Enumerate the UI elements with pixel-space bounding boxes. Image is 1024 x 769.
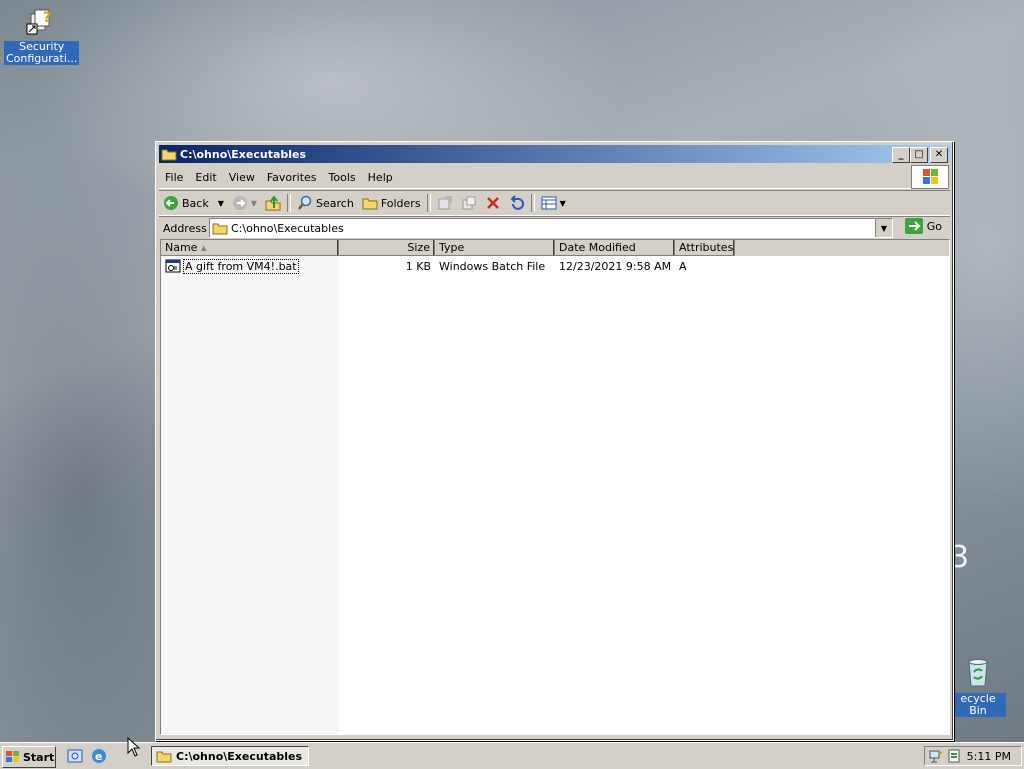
go-label: Go	[926, 219, 942, 233]
undo-button[interactable]	[505, 192, 529, 214]
menu-file[interactable]: File	[159, 171, 189, 184]
column-header-attributes[interactable]: Attributes	[675, 240, 735, 256]
close-button[interactable]: ✕	[930, 147, 948, 163]
chevron-down-icon: ▼	[559, 198, 566, 208]
views-button[interactable]: ▼	[537, 192, 570, 214]
sorted-column-highlight	[161, 256, 339, 734]
address-label: Address	[163, 221, 207, 235]
move-to-button[interactable]	[433, 192, 457, 214]
sort-ascending-icon: ▲	[201, 244, 207, 252]
menu-favorites[interactable]: Favorites	[261, 171, 323, 184]
standard-toolbar: Back ▼ ▼ Search Folders ▼	[159, 190, 950, 216]
column-headers: Name ▲ Size Type Date Modified Attribute…	[161, 240, 949, 256]
minimize-button[interactable]: _	[892, 147, 910, 163]
folder-icon	[212, 223, 228, 235]
toolbar-separator	[287, 194, 292, 212]
copy-to-icon	[462, 196, 476, 210]
file-date-modified: 12/23/2021 9:58 AM	[559, 259, 672, 273]
recycle-bin-icon	[968, 659, 988, 687]
window-titlebar[interactable]: C:\ohno\Executables _ □ ✕	[159, 145, 950, 163]
system-tray: 5:11 PM	[924, 746, 1022, 766]
delete-icon	[486, 197, 499, 209]
delete-button[interactable]	[481, 192, 505, 214]
file-name: A gift from VM4!.bat	[183, 258, 299, 274]
go-button[interactable]: Go	[904, 218, 942, 234]
file-size: 1 KB	[405, 259, 431, 273]
taskbar-item-explorer[interactable]: C:\ohno\Executables	[151, 746, 309, 766]
maximize-icon: □	[914, 149, 924, 160]
explorer-window: C:\ohno\Executables _ □ ✕ File Edit View…	[155, 141, 954, 741]
menu-tools[interactable]: Tools	[323, 171, 362, 184]
folders-label: Folders	[380, 196, 421, 210]
undo-icon	[510, 195, 524, 210]
internet-explorer-icon[interactable]: e	[90, 747, 108, 765]
svg-text:e: e	[95, 750, 102, 763]
window-title: C:\ohno\Executables	[180, 147, 307, 161]
forward-arrow-icon	[232, 196, 247, 210]
back-button[interactable]: Back ▼	[159, 192, 228, 214]
move-to-icon	[438, 196, 452, 210]
desktop-icon-security-configuration[interactable]: ? Security Configurati...	[4, 4, 80, 65]
minimize-icon: _	[898, 149, 904, 160]
maximize-button[interactable]: □	[910, 147, 928, 163]
windows-logo-icon	[6, 751, 19, 762]
chevron-down-icon[interactable]: ▼	[218, 199, 224, 208]
taskbar: Start e C:\ohno\Executables 5:11 PM	[0, 742, 1024, 769]
menu-view[interactable]: View	[223, 171, 261, 184]
close-icon: ✕	[934, 149, 944, 160]
quick-launch: e	[66, 747, 108, 765]
list-item[interactable]: A gift from VM4!.bat 1 KB Windows Batch …	[161, 258, 735, 274]
file-type: Windows Batch File	[439, 259, 546, 273]
clock[interactable]: 5:11 PM	[967, 750, 1011, 763]
toolbar-separator	[426, 194, 431, 212]
views-icon	[541, 196, 557, 210]
address-dropdown-button[interactable]: ▼	[875, 219, 892, 237]
desktop-icon-label: ecycle Bin	[950, 693, 1006, 717]
toolbar-separator	[530, 194, 535, 212]
column-header-type[interactable]: Type	[435, 240, 555, 256]
windows-logo-icon	[911, 165, 949, 189]
file-name-cell: A gift from VM4!.bat	[161, 258, 339, 274]
batch-file-icon	[165, 259, 181, 273]
back-label: Back	[182, 196, 209, 210]
taskbar-item-label: C:\ohno\Executables	[176, 749, 303, 763]
show-desktop-icon[interactable]	[66, 747, 84, 765]
address-bar: Address C:\ohno\Executables ▼ Go	[159, 216, 950, 239]
go-arrow-icon	[904, 218, 923, 234]
copy-to-button[interactable]	[457, 192, 481, 214]
security-configuration-icon: ?	[26, 9, 51, 35]
search-button[interactable]: Search	[293, 192, 358, 214]
forward-button[interactable]: ▼	[228, 192, 261, 214]
address-value: C:\ohno\Executables	[231, 221, 344, 235]
file-list[interactable]: Name ▲ Size Type Date Modified Attribute…	[160, 239, 950, 735]
up-folder-icon	[265, 195, 281, 211]
column-header-size[interactable]: Size	[339, 240, 435, 256]
network-icon[interactable]	[928, 748, 944, 764]
column-header-date-modified[interactable]: Date Modified	[555, 240, 675, 256]
back-arrow-icon	[164, 196, 178, 210]
start-label: Start	[23, 750, 55, 764]
security-tray-icon[interactable]	[946, 748, 962, 764]
folder-icon	[161, 149, 177, 161]
column-header-name[interactable]: Name ▲	[161, 240, 339, 256]
menu-bar: File Edit View Favorites Tools Help	[159, 166, 950, 189]
menu-edit[interactable]: Edit	[189, 171, 222, 184]
svg-text:?: ?	[43, 10, 51, 26]
search-icon	[298, 195, 312, 210]
up-folder-button[interactable]	[261, 192, 285, 214]
desktop-icon-recycle-bin[interactable]: ecycle Bin	[950, 656, 1006, 717]
file-attributes: A	[679, 259, 687, 273]
mouse-cursor-icon	[127, 737, 141, 757]
search-label: Search	[316, 196, 354, 210]
column-header-label: Name	[165, 241, 198, 254]
desktop-icon-label: Security Configurati...	[4, 40, 80, 65]
folders-icon	[362, 198, 378, 210]
folders-button[interactable]: Folders	[358, 192, 425, 214]
folder-icon	[156, 751, 172, 763]
chevron-down-icon: ▼	[880, 223, 888, 233]
start-button[interactable]: Start	[2, 746, 56, 768]
chevron-down-icon[interactable]: ▼	[251, 199, 257, 208]
address-field[interactable]: C:\ohno\Executables ▼	[209, 218, 893, 238]
menu-help[interactable]: Help	[362, 171, 399, 184]
